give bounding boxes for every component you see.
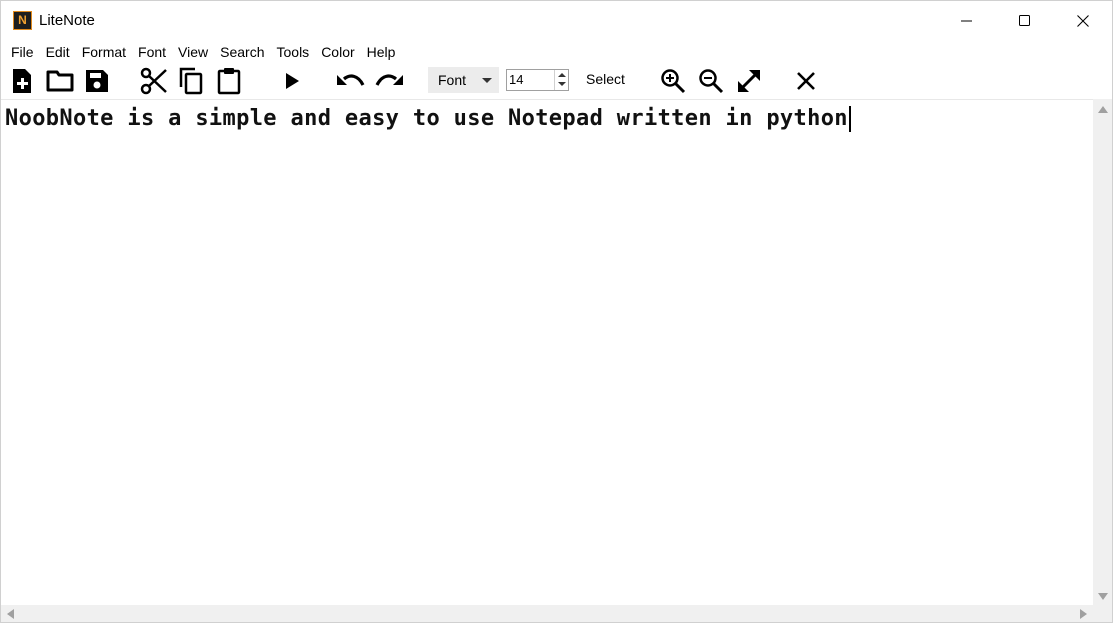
- chevron-down-icon: [482, 78, 492, 83]
- menu-color[interactable]: Color: [315, 42, 360, 62]
- vertical-scrollbar[interactable]: [1093, 99, 1112, 605]
- copy-button[interactable]: [177, 66, 205, 96]
- editor-line: NoobNote is a simple and easy to use Not…: [5, 106, 848, 131]
- save-button[interactable]: [83, 66, 111, 96]
- undo-button[interactable]: [335, 66, 367, 96]
- menu-bar: File Edit Format Font View Search Tools …: [1, 41, 1112, 63]
- menu-tools[interactable]: Tools: [271, 42, 316, 62]
- zoom-in-button[interactable]: [659, 66, 687, 96]
- paste-icon: [217, 68, 241, 95]
- app-logo-icon: N: [13, 11, 32, 30]
- editor-content[interactable]: NoobNote is a simple and easy to use Not…: [5, 105, 851, 133]
- app-window: N LiteNote File Edit Format Font View Se…: [0, 0, 1113, 623]
- zoom-in-icon: [661, 69, 686, 94]
- close-icon: [1077, 14, 1089, 27]
- menu-edit[interactable]: Edit: [40, 42, 76, 62]
- scroll-left-icon[interactable]: [7, 609, 14, 619]
- zoom-out-icon: [699, 69, 724, 94]
- menu-font[interactable]: Font: [132, 42, 172, 62]
- spin-up-icon[interactable]: [558, 73, 566, 77]
- close-document-button[interactable]: [793, 66, 819, 96]
- maximize-button[interactable]: [996, 1, 1054, 40]
- scrollbar-corner: [1093, 605, 1112, 622]
- font-select-value: Font: [438, 72, 467, 88]
- save-icon: [86, 70, 108, 92]
- new-file-icon: [13, 69, 31, 93]
- font-size-spinbox[interactable]: 14: [506, 69, 569, 91]
- redo-icon: [375, 74, 403, 86]
- horizontal-scrollbar[interactable]: [1, 605, 1093, 622]
- open-button[interactable]: [45, 66, 75, 96]
- menu-search[interactable]: Search: [214, 42, 270, 62]
- fullscreen-icon: [738, 70, 760, 92]
- window-close-button[interactable]: [1054, 1, 1112, 40]
- cut-button[interactable]: [139, 66, 169, 96]
- spinbox-arrows[interactable]: [554, 70, 568, 90]
- undo-icon: [337, 74, 365, 86]
- close-icon: [797, 72, 815, 90]
- run-icon: [286, 73, 299, 89]
- text-editor[interactable]: NoobNote is a simple and easy to use Not…: [1, 99, 1093, 605]
- run-button[interactable]: [281, 66, 303, 96]
- maximize-icon: [1019, 14, 1030, 26]
- menu-file[interactable]: File: [5, 42, 40, 62]
- title-bar: N LiteNote: [1, 1, 1112, 40]
- font-size-value: 14: [509, 72, 524, 87]
- window-title: LiteNote: [39, 12, 95, 29]
- select-button[interactable]: Select: [578, 69, 633, 91]
- scroll-down-icon[interactable]: [1098, 593, 1108, 600]
- spin-down-icon[interactable]: [558, 82, 566, 86]
- text-cursor: [848, 106, 851, 132]
- paste-button[interactable]: [215, 66, 243, 96]
- font-family-select[interactable]: Font: [428, 67, 499, 93]
- open-folder-icon: [46, 70, 74, 92]
- scroll-right-icon[interactable]: [1080, 609, 1087, 619]
- new-file-button[interactable]: [9, 66, 35, 96]
- zoom-out-button[interactable]: [697, 66, 725, 96]
- menu-help[interactable]: Help: [361, 42, 402, 62]
- redo-button[interactable]: [373, 66, 405, 96]
- menu-view[interactable]: View: [172, 42, 214, 62]
- minimize-icon: [961, 20, 972, 21]
- fullscreen-button[interactable]: [735, 66, 763, 96]
- copy-icon: [179, 67, 203, 95]
- scroll-up-icon[interactable]: [1098, 106, 1108, 113]
- menu-format[interactable]: Format: [76, 42, 132, 62]
- minimize-button[interactable]: [938, 1, 996, 40]
- toolbar: Font 14 Select: [1, 63, 1112, 99]
- cut-icon: [140, 67, 167, 95]
